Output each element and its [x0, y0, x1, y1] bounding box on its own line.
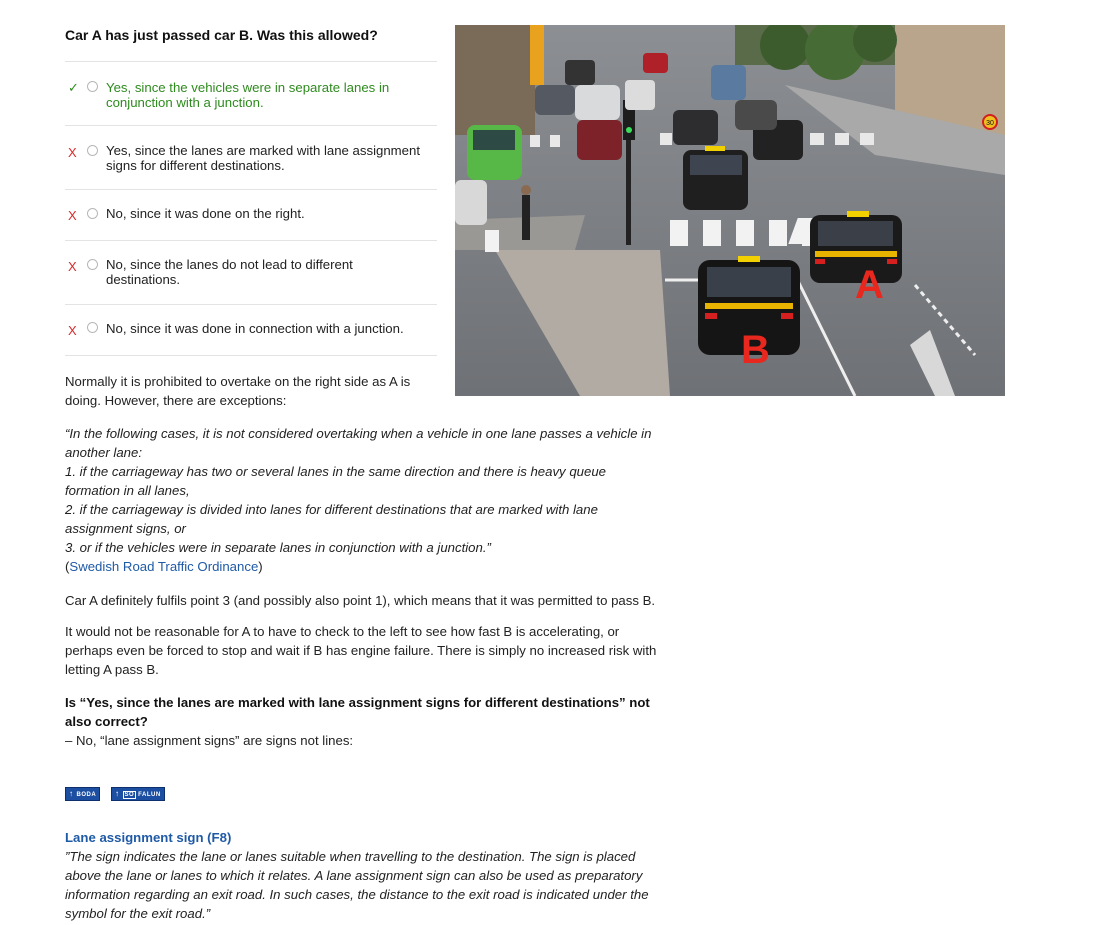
radio-button[interactable]: [87, 322, 98, 333]
option-text: No, since the lanes do not lead to diffe…: [106, 257, 353, 287]
followup-question: Is “Yes, since the lanes are marked with…: [65, 693, 650, 731]
quote-line: 2. if the carriageway is divided into la…: [65, 502, 598, 517]
source-paren: ): [258, 559, 263, 574]
car-a-label: A: [855, 263, 884, 307]
option-2[interactable]: X Yes, since the lanes are marked with l…: [65, 126, 437, 190]
reasoning-line: perhaps even be forced to stop and wait …: [65, 643, 657, 658]
reasoning-line: letting A pass B.: [65, 662, 159, 677]
sign-route-label: SO: [122, 791, 137, 799]
intro-paragraph: Normally it is prohibited to overtake on…: [65, 374, 411, 408]
cross-icon: X: [68, 323, 77, 338]
definition-line: ”The sign indicates the lane or lanes su…: [65, 849, 636, 864]
quote-line: assignment signs, or: [65, 521, 186, 536]
option-4[interactable]: X No, since the lanes do not lead to dif…: [65, 241, 437, 305]
sign-label: FALUN: [138, 792, 161, 798]
quote-line: 1. if the carriageway has two or several…: [65, 464, 606, 479]
option-text: Yes, since the lanes are marked with lan…: [106, 143, 420, 173]
lane-sign-falun: ↑ SO FALUN: [111, 787, 165, 801]
definition-line: symbol for the exit road.”: [65, 906, 211, 921]
option-1[interactable]: ✓ Yes, since the vehicles were in separa…: [65, 62, 437, 126]
sign-label: BODA: [76, 792, 97, 798]
definition-line: above the lane or lanes to which it rela…: [65, 868, 643, 883]
question-title: Car A has just passed car B. Was this al…: [65, 27, 378, 43]
lane-sign-title: Lane assignment sign (F8): [65, 830, 232, 845]
check-icon: ✓: [68, 80, 79, 95]
lane-sign-boda: ↑ BODA: [65, 787, 101, 801]
cross-icon: X: [68, 208, 77, 223]
option-text: No, since it was done in connection with…: [106, 321, 404, 336]
answer-options: ✓ Yes, since the vehicles were in separa…: [65, 61, 437, 356]
point3-paragraph: Car A definitely fulfils point 3 (and po…: [65, 593, 656, 608]
traffic-photo: 30 A B: [455, 25, 1005, 396]
quote-line: “In the following cases, it is not consi…: [65, 426, 652, 441]
option-text: No, since it was done on the right.: [106, 206, 305, 221]
car-b-label: B: [741, 328, 770, 372]
option-5[interactable]: X No, since it was done in connection wi…: [65, 305, 437, 356]
speed-sign-label: 30: [986, 120, 994, 127]
source-line: (Swedish Road Traffic Ordinance): [65, 557, 685, 576]
reasoning-line: It would not be reasonable for A to have…: [65, 624, 620, 639]
quote-line: formation in all lanes,: [65, 483, 190, 498]
lane-sign-definition: Lane assignment sign (F8) ”The sign indi…: [65, 828, 685, 923]
quote-line: another lane:: [65, 445, 142, 460]
option-3[interactable]: X No, since it was done on the right.: [65, 190, 437, 241]
cross-icon: X: [68, 259, 77, 274]
option-text: Yes, since the vehicles were in separate…: [106, 80, 390, 110]
quote-line: 3. or if the vehicles were in separate l…: [65, 540, 491, 555]
followup-line: also correct?: [65, 714, 148, 729]
source-link[interactable]: Swedish Road Traffic Ordinance: [69, 559, 258, 574]
reasoning-paragraph: It would not be reasonable for A to have…: [65, 622, 656, 679]
radio-button[interactable]: [87, 145, 98, 156]
arrow-up-icon: ↑: [69, 789, 74, 798]
followup-answer: – No, “lane assignment signs” are signs …: [65, 733, 354, 748]
quote-block: “In the following cases, it is not consi…: [65, 424, 685, 576]
definition-line: information regarding an exit road. In s…: [65, 887, 649, 902]
arrow-up-icon: ↑: [115, 789, 120, 798]
radio-button[interactable]: [87, 208, 98, 219]
radio-button[interactable]: [87, 259, 98, 270]
radio-button[interactable]: [87, 81, 98, 92]
cross-icon: X: [68, 145, 77, 160]
followup-line: Is “Yes, since the lanes are marked with…: [65, 695, 650, 710]
